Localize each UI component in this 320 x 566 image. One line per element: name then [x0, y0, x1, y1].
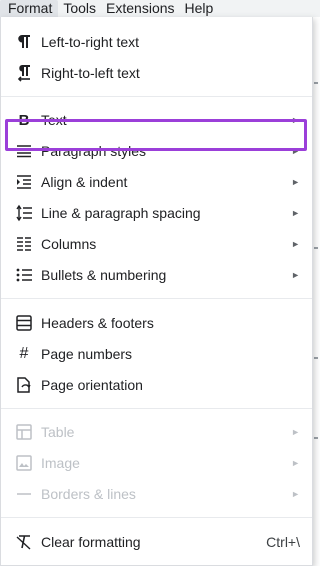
menu-item-page-numbers[interactable]: # Page numbers	[1, 339, 312, 369]
menu-item-label: Borders & lines	[41, 486, 136, 502]
menu-item-label: Page numbers	[41, 346, 133, 362]
menu-format[interactable]: Format	[0, 0, 59, 17]
image-icon	[15, 454, 33, 472]
menu-item-label: Headers & footers	[41, 315, 154, 331]
submenu-arrow-icon: ►	[291, 239, 300, 249]
menu-help[interactable]: Help	[180, 0, 219, 17]
annotation-highlight-box	[5, 119, 307, 151]
menu-item-label: Page orientation	[41, 377, 143, 393]
menu-item-headers-footers[interactable]: Headers & footers	[1, 308, 312, 338]
menu-item-label: Right-to-left text	[41, 65, 140, 81]
pilcrow-rtl-icon	[15, 64, 33, 82]
menu-divider	[1, 517, 312, 518]
menu-item-page-orientation[interactable]: Page orientation	[1, 370, 312, 400]
menu-divider	[1, 298, 312, 299]
menu-item-label: Table	[41, 424, 75, 440]
format-dropdown-menu: Left-to-right text Right-to-left text B …	[0, 17, 313, 566]
menu-tools[interactable]: Tools	[58, 0, 101, 17]
menu-item-image[interactable]: Image ►	[1, 448, 312, 478]
menu-item-line-paragraph-spacing[interactable]: Line & paragraph spacing ►	[1, 198, 312, 228]
table-icon	[15, 423, 33, 441]
menu-item-table[interactable]: Table ►	[1, 417, 312, 447]
menu-divider	[1, 96, 312, 97]
page-orientation-icon	[15, 376, 33, 394]
menu-item-label: Columns	[41, 236, 97, 252]
menu-item-borders-lines[interactable]: Borders & lines ►	[1, 479, 312, 509]
columns-icon	[15, 235, 33, 253]
menubar: Format Tools Extensions Help	[0, 0, 320, 17]
submenu-arrow-icon: ►	[291, 208, 300, 218]
header-footer-icon	[15, 314, 33, 332]
menu-divider	[1, 408, 312, 409]
indent-icon	[15, 173, 33, 191]
menu-item-label: Line & paragraph spacing	[41, 205, 201, 221]
menu-item-label: Bullets & numbering	[41, 267, 167, 283]
pilcrow-ltr-icon	[15, 33, 33, 51]
menu-item-columns[interactable]: Columns ►	[1, 229, 312, 259]
bulleted-list-icon	[15, 266, 33, 284]
menu-item-right-to-left-text[interactable]: Right-to-left text	[1, 58, 312, 88]
menu-item-left-to-right-text[interactable]: Left-to-right text	[1, 27, 312, 57]
menu-item-label: Image	[41, 455, 80, 471]
submenu-arrow-icon: ►	[291, 458, 300, 468]
menu-item-label: Clear formatting	[41, 534, 141, 550]
menu-item-bullets-numbering[interactable]: Bullets & numbering ►	[1, 260, 312, 290]
hash-icon: #	[19, 345, 29, 362]
submenu-arrow-icon: ►	[291, 427, 300, 437]
menu-item-clear-formatting[interactable]: Clear formatting Ctrl+\	[1, 527, 312, 557]
menu-item-label: Left-to-right text	[41, 34, 140, 50]
submenu-arrow-icon: ►	[291, 489, 300, 499]
line-spacing-icon	[15, 204, 33, 222]
clear-formatting-icon	[15, 533, 33, 551]
keyboard-shortcut: Ctrl+\	[266, 534, 300, 550]
menu-item-label: Align & indent	[41, 174, 128, 190]
menu-item-align-indent[interactable]: Align & indent ►	[1, 167, 312, 197]
horizontal-line-icon	[15, 485, 33, 503]
menu-extensions[interactable]: Extensions	[101, 0, 179, 17]
submenu-arrow-icon: ►	[291, 177, 300, 187]
submenu-arrow-icon: ►	[291, 270, 300, 280]
